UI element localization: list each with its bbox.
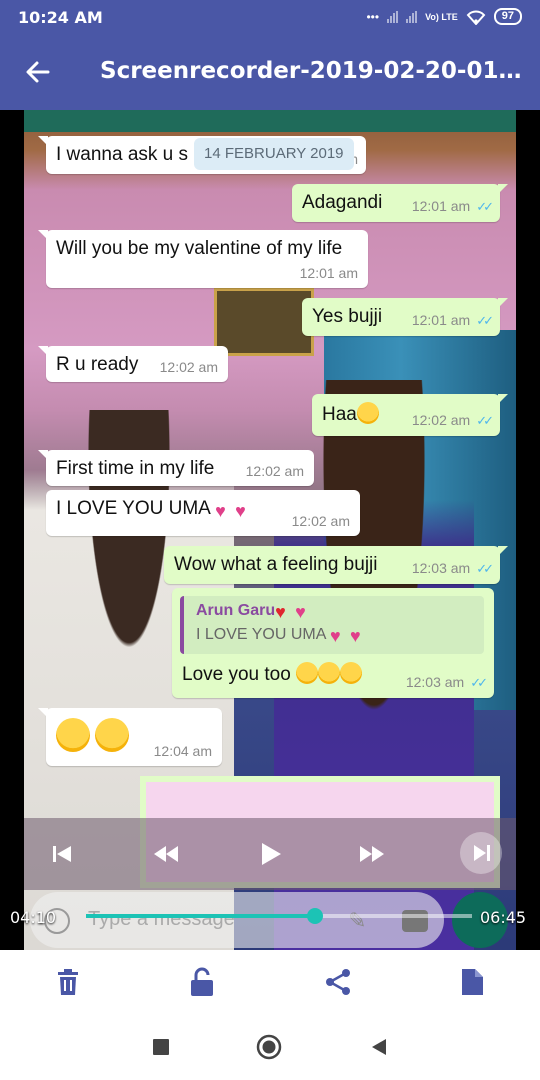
status-bar: 10:24 AM ••• Vo) LTE 97 (0, 0, 540, 34)
kiss-emoji-icon (95, 718, 130, 752)
current-time: 04:10 (10, 908, 57, 927)
double-check-icon: ✓✓ (476, 199, 494, 214)
red-heart-icon: ♥ (275, 602, 286, 622)
unlock-icon (191, 967, 213, 996)
system-nav-bar (0, 1014, 540, 1080)
play-icon[interactable] (252, 836, 288, 872)
sparkling-heart-icon: ♥ (329, 626, 341, 646)
paperclip-icon: ✎ (348, 908, 367, 933)
media-controls (24, 818, 516, 890)
back-triangle-icon (372, 1039, 386, 1055)
total-time: 06:45 (480, 908, 527, 927)
skip-next-button[interactable] (460, 832, 502, 874)
date-chip: 14 FEBRUARY 2019 (194, 138, 354, 170)
unlock-button[interactable] (186, 966, 218, 998)
wifi-icon (466, 10, 486, 25)
whatsapp-input-bar: Type a message ✎ (30, 892, 444, 948)
message-outgoing: Adagandi 12:01 am ✓✓ (292, 184, 508, 222)
smiling-hearts-emoji-icon (356, 402, 379, 424)
dots-icon: ••• (366, 9, 380, 24)
file-icon (462, 969, 483, 995)
kiss-emoji-icon (318, 662, 341, 684)
sparkling-heart-icon: ♥ (215, 501, 226, 521)
delete-button[interactable] (52, 966, 84, 998)
seek-progress (86, 914, 315, 918)
app-bar: Screenrecorder-2019-02-20-01-... (0, 34, 540, 110)
rewind-icon[interactable] (148, 836, 184, 872)
message-outgoing: Wow what a feeling bujji 12:03 am ✓✓ (164, 546, 508, 584)
status-icons: ••• Vo) LTE 97 (366, 8, 522, 25)
message-incoming: First time in my life 12:02 am (38, 450, 314, 486)
delete-icon (58, 969, 78, 995)
quoted-message[interactable]: Arun Garu♥ ♥ I LOVE YOU UMA ♥ ♥ (180, 596, 484, 654)
share-icon (326, 969, 350, 995)
video-title: Screenrecorder-2019-02-20-01-... (100, 58, 525, 84)
sparkling-heart-icon: ♥ (295, 602, 306, 622)
action-bar (0, 950, 540, 1014)
seek-thumb[interactable] (306, 908, 323, 924)
fast-forward-icon[interactable] (354, 836, 390, 872)
recents-button[interactable] (148, 1034, 174, 1060)
lte-label: Vo) LTE (425, 11, 458, 22)
double-check-icon: ✓✓ (476, 313, 494, 328)
file-button[interactable] (456, 966, 488, 998)
video-player[interactable]: I wanna ask u s m 14 FEBRUARY 2019 Adaga… (0, 110, 540, 950)
back-arrow-icon[interactable] (22, 56, 54, 88)
double-check-icon: ✓✓ (476, 561, 494, 576)
battery-icon: 97 (493, 8, 522, 25)
home-button[interactable] (256, 1034, 282, 1060)
double-check-icon: ✓✓ (476, 413, 494, 428)
message-incoming: I LOVE YOU UMA ♥ ♥ 12:02 am (46, 490, 360, 536)
message-outgoing: Haa 12:02 am ✓✓ (312, 394, 508, 436)
gift-heart-icon: ♥ (349, 626, 361, 646)
square-icon (153, 1039, 169, 1055)
share-button[interactable] (322, 966, 354, 998)
back-button[interactable] (366, 1034, 392, 1060)
message-incoming: 12:04 am (38, 708, 222, 766)
message-outgoing: Yes bujji 12:01 am ✓✓ (302, 298, 508, 336)
status-time: 10:24 AM (18, 8, 103, 27)
message-placeholder: Type a message (88, 908, 235, 930)
signal-icon-2 (406, 10, 418, 23)
home-circle-icon (256, 1034, 282, 1060)
message-incoming: R u ready 12:02 am (38, 346, 228, 382)
kiss-emoji-icon (56, 718, 90, 752)
gift-heart-icon: ♥ (235, 501, 246, 521)
message-outgoing-reply: Arun Garu♥ ♥ I LOVE YOU UMA ♥ ♥ Love you t… (172, 588, 494, 698)
heart-eyes-emoji-icon (340, 662, 363, 684)
signal-icon (387, 10, 399, 23)
message-incoming: Will you be my valentine of my life 12:0… (38, 230, 368, 288)
skip-previous-icon[interactable] (44, 836, 80, 872)
skip-next-icon (474, 845, 490, 861)
double-check-icon: ✓✓ (470, 675, 488, 690)
kiss-emoji-icon (296, 662, 319, 684)
seek-bar[interactable] (86, 908, 472, 924)
